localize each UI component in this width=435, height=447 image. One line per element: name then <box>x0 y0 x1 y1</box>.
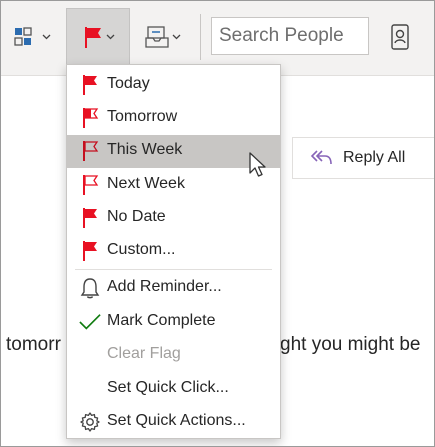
menu-item-label: This Week <box>107 141 183 158</box>
menu-item-label: Add Reminder... <box>107 278 222 295</box>
menu-item-tomorrow[interactable]: Tomorrow <box>67 102 280 133</box>
menu-divider <box>75 269 272 270</box>
gear-icon <box>79 410 101 434</box>
toolbar-divider <box>200 14 201 60</box>
search-people-input[interactable]: Search People <box>211 17 369 55</box>
menu-item-label: Set Quick Click... <box>107 379 229 396</box>
checkmark-icon <box>79 310 101 334</box>
red-flag-icon <box>79 173 101 197</box>
menu-item-clear-flag: Clear Flag <box>67 339 280 370</box>
bell-icon <box>79 276 101 300</box>
move-button[interactable] <box>138 8 186 66</box>
menu-item-mark-complete[interactable]: Mark Complete <box>67 306 280 337</box>
reply-all-icon <box>310 150 332 165</box>
menu-item-set-quick-actions[interactable]: Set Quick Actions... <box>67 406 280 437</box>
menu-item-label: Next Week <box>107 175 185 192</box>
menu-item-no-date[interactable]: No Date <box>67 202 280 233</box>
follow-up-flag-button[interactable] <box>66 8 130 66</box>
menu-item-label: Clear Flag <box>107 345 181 362</box>
categorize-icon <box>13 27 32 46</box>
chevron-down-icon <box>106 34 114 40</box>
menu-item-label: Set Quick Actions... <box>107 412 246 429</box>
red-flag-icon <box>79 73 101 97</box>
chevron-down-icon <box>42 34 50 40</box>
address-book-icon <box>391 24 409 50</box>
red-flag-icon <box>79 239 101 263</box>
menu-item-custom[interactable]: Custom... <box>67 235 280 266</box>
chevron-down-icon <box>172 34 180 40</box>
flag-icon <box>84 27 101 48</box>
mouse-cursor-icon <box>249 152 266 177</box>
menu-item-label: Today <box>107 75 150 92</box>
menu-item-label: No Date <box>107 208 166 225</box>
menu-item-label: Tomorrow <box>107 108 178 125</box>
reply-all-button[interactable]: Reply All <box>292 137 435 179</box>
menu-item-add-reminder[interactable]: Add Reminder... <box>67 272 280 303</box>
red-flag-icon <box>79 206 101 230</box>
move-to-folder-icon <box>144 26 169 48</box>
follow-up-menu: Today Tomorrow This Week Next Week No Da… <box>66 64 281 439</box>
red-flag-icon <box>79 106 101 130</box>
message-body-left: tomorr <box>6 334 61 355</box>
menu-item-set-quick-click[interactable]: Set Quick Click... <box>67 373 280 404</box>
menu-item-label: Custom... <box>107 241 176 258</box>
message-body-right: ght you might be <box>280 334 421 355</box>
menu-item-today[interactable]: Today <box>67 69 280 100</box>
reply-all-label: Reply All <box>343 149 406 166</box>
red-flag-icon <box>79 139 101 163</box>
address-book-button[interactable] <box>380 8 420 66</box>
categorize-button[interactable] <box>8 8 56 66</box>
menu-item-label: Mark Complete <box>107 312 216 329</box>
